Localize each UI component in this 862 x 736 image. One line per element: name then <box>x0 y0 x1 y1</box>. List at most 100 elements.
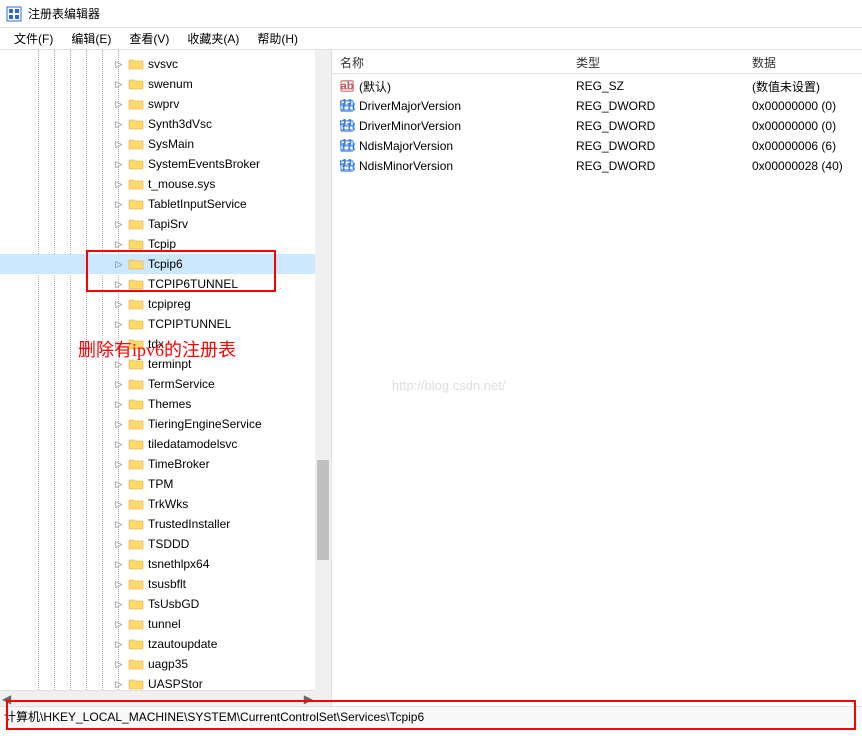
expand-icon[interactable]: ▷ <box>112 377 126 391</box>
tree-item[interactable]: ▷svsvc <box>0 54 331 74</box>
expand-icon[interactable]: ▷ <box>112 517 126 531</box>
list-row[interactable]: NdisMinorVersionREG_DWORD0x00000028 (40) <box>332 156 862 176</box>
string-value-icon <box>340 79 355 94</box>
expand-icon[interactable]: ▷ <box>112 277 126 291</box>
expand-icon[interactable]: ▷ <box>112 417 126 431</box>
tree-item[interactable]: ▷swenum <box>0 74 331 94</box>
tree-label: Tcpip <box>148 237 176 251</box>
tree-item[interactable]: ▷Themes <box>0 394 331 414</box>
tree-label: TimeBroker <box>148 457 210 471</box>
expand-icon[interactable]: ▷ <box>112 117 126 131</box>
expand-icon[interactable]: ▷ <box>112 597 126 611</box>
tree-list[interactable]: ▷svsvc▷swenum ▷ swprv ▷Synth3dVsc▷SysMain▷S… <box>0 50 331 694</box>
tree-item[interactable]: ▷ swprv <box>0 94 331 114</box>
menu-favorites[interactable]: 收藏夹(A) <box>179 28 247 49</box>
tree-item[interactable]: ▷SysMain <box>0 134 331 154</box>
scroll-left-icon[interactable]: ◀ <box>2 692 11 706</box>
value-type: REG_DWORD <box>576 119 655 133</box>
tree-item[interactable]: ▷ Tcpip <box>0 234 331 254</box>
expand-icon[interactable]: ▷ <box>112 617 126 631</box>
value-data: 0x00000000 (0) <box>752 119 836 133</box>
tree-item[interactable]: ▷tsusbflt <box>0 574 331 594</box>
tree-label: tcpipreg <box>148 297 191 311</box>
expand-icon[interactable]: ▷ <box>112 297 126 311</box>
tree-item[interactable]: ▷TabletInputService <box>0 194 331 214</box>
tree-item[interactable]: ▷TrkWks <box>0 494 331 514</box>
folder-icon <box>128 177 144 191</box>
tree-item[interactable]: ▷tdx <box>0 334 331 354</box>
tree-item[interactable]: ▷TermService <box>0 374 331 394</box>
list-row[interactable]: (默认)REG_SZ(数值未设置) <box>332 76 862 96</box>
tree-item[interactable]: ▷ terminpt <box>0 354 331 374</box>
menu-view[interactable]: 查看(V) <box>121 28 177 49</box>
header-name[interactable]: 名称 <box>332 50 568 73</box>
tree-item[interactable]: ▷ TapiSrv <box>0 214 331 234</box>
expand-icon[interactable]: ▷ <box>112 197 126 211</box>
expand-icon[interactable]: ▷ <box>112 57 126 71</box>
expand-icon[interactable]: ▷ <box>112 337 126 351</box>
tree-item[interactable]: ▷tsnethlpx64 <box>0 554 331 574</box>
scrollbar-thumb[interactable] <box>317 460 329 560</box>
tree-item[interactable]: ▷uagp35 <box>0 654 331 674</box>
expand-icon[interactable]: ▷ <box>112 137 126 151</box>
tree-item[interactable]: ▷TSDDD <box>0 534 331 554</box>
tree-scrollbar[interactable] <box>315 50 331 706</box>
tree-item[interactable]: ▷ TimeBroker <box>0 454 331 474</box>
expand-icon[interactable]: ▷ <box>112 157 126 171</box>
expand-icon[interactable]: ▷ <box>112 97 126 111</box>
expand-icon[interactable]: ▷ <box>112 497 126 511</box>
tree-item[interactable]: ▷TrustedInstaller <box>0 514 331 534</box>
tree-item[interactable]: ▷TCPIP6TUNNEL <box>0 274 331 294</box>
expand-icon[interactable]: ▷ <box>112 317 126 331</box>
header-data[interactable]: 数据 <box>744 50 862 73</box>
expand-icon[interactable]: ▷ <box>112 177 126 191</box>
tree-item[interactable]: ▷Synth3dVsc <box>0 114 331 134</box>
main-content: ▷svsvc▷swenum ▷ swprv ▷Synth3dVsc▷SysMain▷S… <box>0 50 862 706</box>
expand-icon[interactable]: ▷ <box>112 257 126 271</box>
tree-hscroll[interactable]: ◀ ▶ <box>0 690 315 706</box>
expand-icon[interactable]: ▷ <box>112 577 126 591</box>
tree-item[interactable]: ▷TCPIPTUNNEL <box>0 314 331 334</box>
expand-icon[interactable]: ▷ <box>112 237 126 251</box>
expand-icon[interactable]: ▷ <box>112 557 126 571</box>
menu-edit[interactable]: 编辑(E) <box>63 28 119 49</box>
expand-icon[interactable]: ▷ <box>112 537 126 551</box>
tree-item[interactable]: ▷tiledatamodelsvc <box>0 434 331 454</box>
tree-item[interactable]: ▷t_mouse.sys <box>0 174 331 194</box>
scroll-right-icon[interactable]: ▶ <box>304 692 313 706</box>
tree-item[interactable]: ▷TPM <box>0 474 331 494</box>
value-type: REG_DWORD <box>576 159 655 173</box>
menu-help[interactable]: 帮助(H) <box>249 28 306 49</box>
tree-item[interactable]: ▷tzautoupdate <box>0 634 331 654</box>
list-row[interactable]: DriverMinorVersionREG_DWORD0x00000000 (0… <box>332 116 862 136</box>
tree-item[interactable]: ▷SystemEventsBroker <box>0 154 331 174</box>
tree-item[interactable]: ▷TieringEngineService <box>0 414 331 434</box>
expand-icon[interactable]: ▷ <box>112 677 126 691</box>
tree-item[interactable]: ▷ tcpipreg <box>0 294 331 314</box>
folder-icon <box>128 617 144 631</box>
expand-icon[interactable]: ▷ <box>112 397 126 411</box>
header-type[interactable]: 类型 <box>568 50 744 73</box>
list-body[interactable]: (默认)REG_SZ(数值未设置)DriverMajorVersionREG_D… <box>332 74 862 176</box>
tree-label: swprv <box>148 97 179 111</box>
expand-icon[interactable]: ▷ <box>112 357 126 371</box>
folder-icon <box>128 477 144 491</box>
tree-label: terminpt <box>148 357 191 371</box>
expand-icon[interactable]: ▷ <box>112 437 126 451</box>
expand-icon[interactable]: ▷ <box>112 477 126 491</box>
expand-icon[interactable]: ▷ <box>112 77 126 91</box>
expand-icon[interactable]: ▷ <box>112 657 126 671</box>
expand-icon[interactable]: ▷ <box>112 217 126 231</box>
list-row[interactable]: NdisMajorVersionREG_DWORD0x00000006 (6) <box>332 136 862 156</box>
list-pane: 名称 类型 数据 (默认)REG_SZ(数值未设置)DriverMajorVer… <box>332 50 862 706</box>
tree-item[interactable]: ▷tunnel <box>0 614 331 634</box>
menu-file[interactable]: 文件(F) <box>6 28 61 49</box>
folder-icon <box>128 517 144 531</box>
tree-item[interactable]: ▷Tcpip6 <box>0 254 331 274</box>
list-row[interactable]: DriverMajorVersionREG_DWORD0x00000000 (0… <box>332 96 862 116</box>
tree-item[interactable]: ▷TsUsbGD <box>0 594 331 614</box>
binary-value-icon <box>340 99 355 114</box>
expand-icon[interactable]: ▷ <box>112 637 126 651</box>
expand-icon[interactable]: ▷ <box>112 457 126 471</box>
tree-label: TapiSrv <box>148 217 188 231</box>
